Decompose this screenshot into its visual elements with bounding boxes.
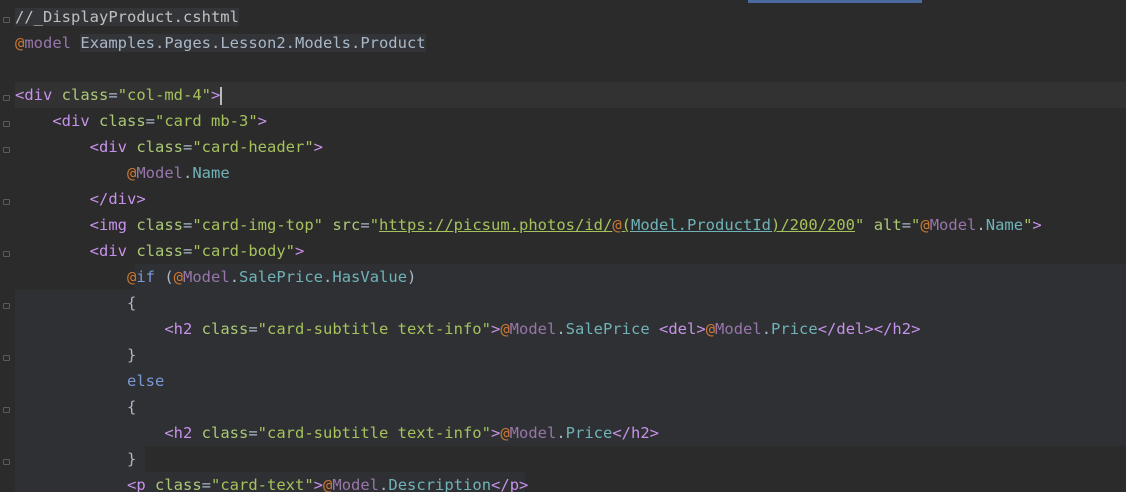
- code-line-text: @if (@Model.SalePrice.HasValue): [126, 268, 417, 286]
- fold-marker-icon[interactable]: [3, 459, 10, 465]
- code-line-text: </div>: [89, 190, 146, 208]
- code-editor[interactable]: //_DisplayProduct.cshtml @model Examples.…: [0, 0, 1126, 492]
- code-line[interactable]: {: [15, 394, 1126, 420]
- code-line-text: <div class="card-body">: [89, 242, 305, 260]
- code-line-text: <div class="card mb-3">: [52, 112, 268, 130]
- code-line[interactable]: <div class="card-body">: [15, 238, 1126, 264]
- code-line[interactable]: }: [15, 342, 1126, 368]
- code-line[interactable]: <div class="card mb-3">: [15, 108, 1126, 134]
- code-line[interactable]: <p class="card-text">@Model.Description<…: [15, 472, 1126, 492]
- code-line-text: @model Examples.Pages.Lesson2.Models.Pro…: [15, 34, 426, 52]
- fold-marker-icon[interactable]: [3, 407, 10, 413]
- fold-gutter: [0, 0, 14, 492]
- code-line-text: {: [15, 294, 137, 312]
- code-line-text: <div class="col-md-4">: [15, 86, 223, 105]
- fold-marker-icon[interactable]: [3, 95, 10, 101]
- fold-marker-icon[interactable]: [3, 303, 10, 309]
- code-line[interactable]: {: [15, 290, 1126, 316]
- code-line[interactable]: [15, 56, 1126, 82]
- razor-block-highlight: [15, 394, 1126, 420]
- tab-indicator: [748, 0, 922, 3]
- code-line-text: <div class="card-header">: [89, 138, 324, 156]
- code-line[interactable]: <img class="card-img-top" src="https://p…: [15, 212, 1126, 238]
- fold-marker-icon[interactable]: [3, 147, 10, 153]
- razor-block-highlight: [15, 368, 1126, 394]
- fold-marker-icon[interactable]: [3, 251, 10, 257]
- fold-marker-icon[interactable]: [3, 17, 10, 23]
- code-line-text: //_DisplayProduct.cshtml: [15, 8, 239, 26]
- code-line[interactable]: <div class="card-header">: [15, 134, 1126, 160]
- code-line-text: <h2 class="card-subtitle text-info">@Mod…: [164, 320, 921, 338]
- code-line[interactable]: <h2 class="card-subtitle text-info">@Mod…: [15, 420, 1126, 446]
- code-line-text: <img class="card-img-top" src="https://p…: [89, 216, 1042, 234]
- text-caret: [220, 86, 223, 105]
- code-line[interactable]: }: [15, 446, 1126, 472]
- code-line[interactable]: </div>: [15, 186, 1126, 212]
- code-line-text: else: [126, 372, 165, 390]
- code-line[interactable]: else: [15, 368, 1126, 394]
- code-line-text: <p class="card-text">@Model.Description<…: [126, 476, 529, 492]
- code-lines[interactable]: //_DisplayProduct.cshtml @model Examples.…: [15, 4, 1126, 492]
- fold-marker-icon[interactable]: [3, 355, 10, 361]
- code-line-text: {: [15, 398, 137, 416]
- code-line[interactable]: <div class="col-md-4">: [15, 82, 1126, 108]
- fold-marker-icon[interactable]: [3, 199, 10, 205]
- code-line[interactable]: <h2 class="card-subtitle text-info">@Mod…: [15, 316, 1126, 342]
- code-line-text: @Model.Name: [126, 164, 230, 182]
- code-line[interactable]: //_DisplayProduct.cshtml: [15, 4, 1126, 30]
- code-line-text: }: [15, 450, 137, 468]
- code-line-text: <h2 class="card-subtitle text-info">@Mod…: [164, 424, 660, 442]
- code-line[interactable]: @model Examples.Pages.Lesson2.Models.Pro…: [15, 30, 1126, 56]
- razor-block-highlight: [15, 290, 1126, 316]
- code-line[interactable]: @if (@Model.SalePrice.HasValue): [15, 264, 1126, 290]
- code-line[interactable]: @Model.Name: [15, 160, 1126, 186]
- razor-block-highlight: [15, 342, 1126, 368]
- fold-marker-icon[interactable]: [3, 121, 10, 127]
- code-line-text: }: [15, 346, 137, 364]
